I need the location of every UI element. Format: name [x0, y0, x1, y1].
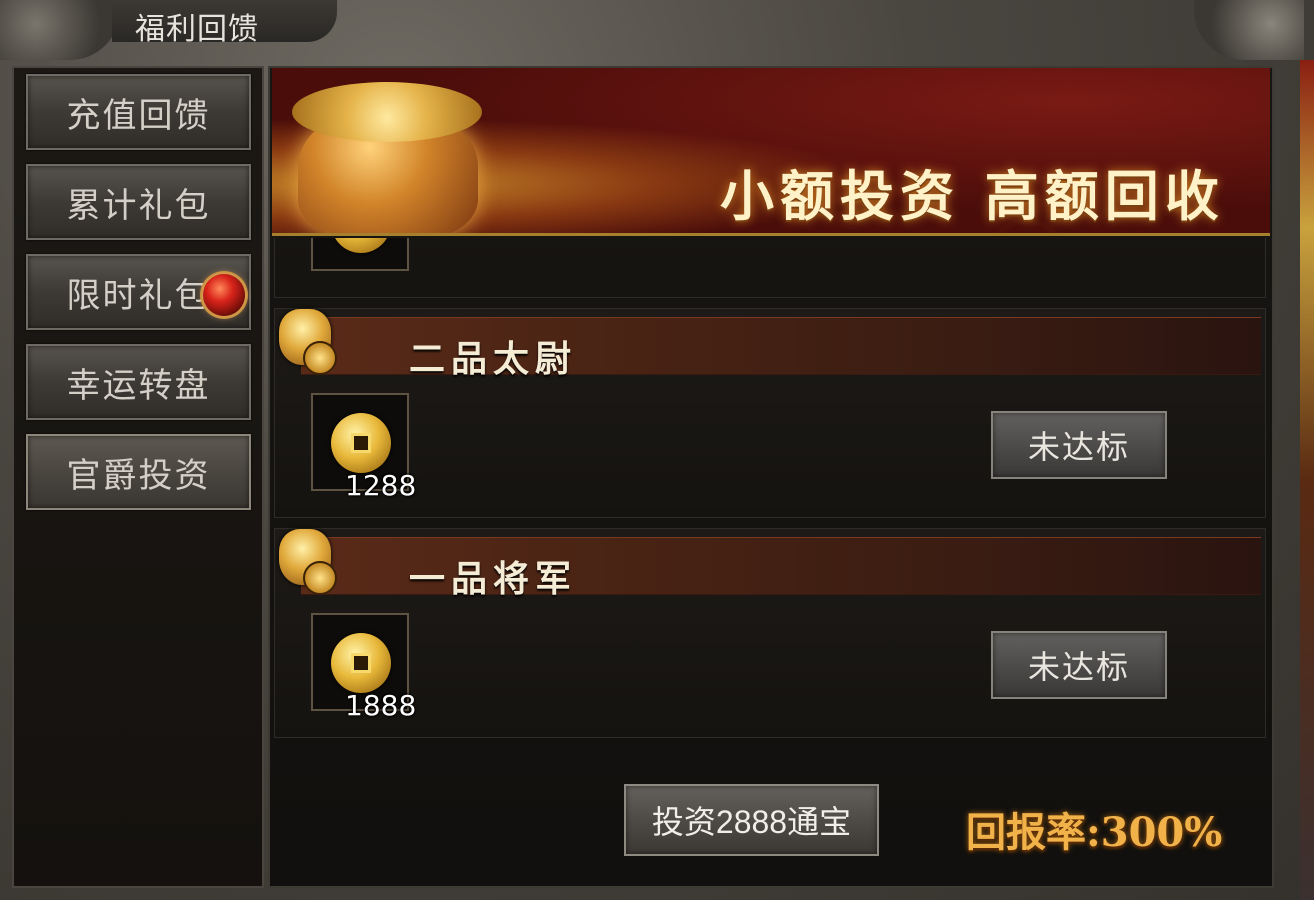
notification-dot-icon	[203, 274, 245, 316]
tier-row: 一品将军 1888 未达标	[274, 528, 1266, 738]
tier-name: 二品太尉	[409, 338, 578, 380]
window-title: 福利回馈	[135, 13, 259, 46]
tier-row: 988	[274, 238, 1266, 368]
coin-icon	[331, 633, 391, 693]
sidebar-item-cumulative-pack[interactable]: 累计礼包	[26, 164, 251, 240]
sidebar-item-recharge-feedback[interactable]: 充值回馈	[26, 74, 251, 150]
sidebar: 充值回馈 累计礼包 限时礼包 幸运转盘 官爵投资	[12, 66, 264, 888]
gold-coins-icon	[292, 82, 482, 142]
coin-icon	[331, 238, 391, 253]
invest-button[interactable]: 投资2888通宝	[624, 784, 879, 856]
sidebar-item-limited-pack[interactable]: 限时礼包	[26, 254, 251, 330]
coin-icon	[303, 341, 337, 375]
tier-row: 二品太尉 1288 未达标	[274, 308, 1266, 518]
tier-header-bar: 一品将军	[301, 537, 1261, 600]
claim-status-button[interactable]: 未达标	[991, 631, 1167, 699]
tier-name: 一品将军	[409, 558, 578, 600]
banner-slogan: 小额投资 高额回收	[720, 164, 1225, 228]
tier-header-bar: 二品太尉	[301, 317, 1261, 380]
sidebar-item-label: 限时礼包	[66, 276, 211, 315]
background-scene-strip	[1300, 60, 1314, 900]
reward-amount: 1288	[345, 469, 417, 502]
tier-list[interactable]: 988 二品太尉 1288 未达标 一品将军 1888 未达标	[272, 238, 1270, 748]
sidebar-item-lucky-wheel[interactable]: 幸运转盘	[26, 344, 251, 420]
promo-banner: 小额投资 高额回收	[272, 68, 1270, 236]
claim-status-button[interactable]: 未达标	[991, 411, 1167, 479]
coin-icon	[303, 561, 337, 595]
coin-icon	[331, 413, 391, 473]
reward-slot[interactable]: 988	[311, 238, 416, 368]
return-rate-label: 回报率:300%	[966, 809, 1223, 856]
sidebar-item-rank-investment[interactable]: 官爵投资	[26, 434, 251, 510]
reward-amount: 1888	[345, 689, 417, 722]
